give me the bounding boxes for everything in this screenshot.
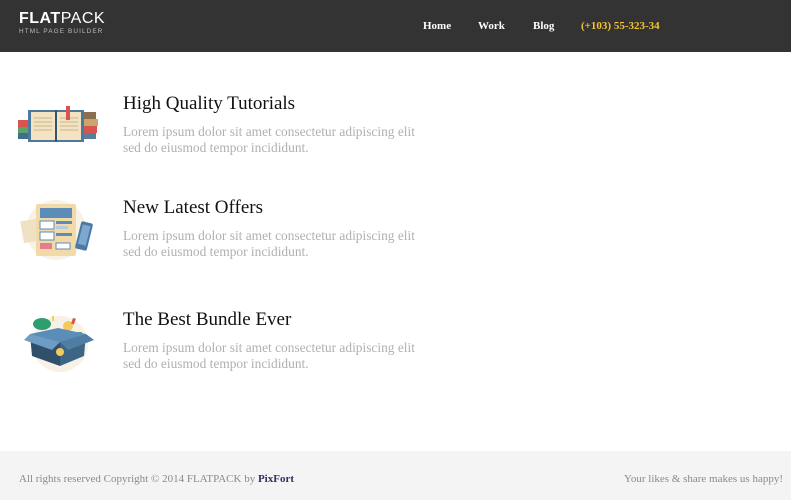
copyright-text: All rights reserved Copyright © 2014 FLA… <box>19 472 294 486</box>
feature-text: Lorem ipsum dolor sit amet consectetur a… <box>123 228 415 259</box>
logo-subtitle: HTML PAGE BUILDER <box>19 28 104 35</box>
logo-thin: PACK <box>60 10 106 27</box>
nav-home[interactable]: Home <box>423 19 451 33</box>
feature-item: New Latest Offers Lorem ipsum dolor sit … <box>0 196 791 296</box>
pixfort-link[interactable]: PixFort <box>258 473 294 485</box>
feature-text: Lorem ipsum dolor sit amet consectetur a… <box>123 340 415 371</box>
feature-text: Lorem ipsum dolor sit amet consectetur a… <box>123 124 415 155</box>
documents-icon <box>16 196 100 266</box>
feature-title: High Quality Tutorials <box>123 93 296 114</box>
nav-phone[interactable]: (+103) 55-323-34 <box>581 19 660 33</box>
feature-title: New Latest Offers <box>123 197 263 218</box>
nav-blog[interactable]: Blog <box>533 19 554 33</box>
feature-item: High Quality Tutorials Lorem ipsum dolor… <box>0 92 791 192</box>
logo-text: FLATPACK <box>19 11 105 27</box>
feature-item: The Best Bundle Ever Lorem ipsum dolor s… <box>0 308 791 408</box>
nav-work[interactable]: Work <box>478 19 505 33</box>
likes-text: Your likes & share makes us happy! <box>624 473 783 485</box>
logo[interactable]: FLATPACK HTML PAGE BUILDER <box>19 11 105 36</box>
header-bar: FLATPACK HTML PAGE BUILDER Home Work Blo… <box>0 0 791 52</box>
footer: All rights reserved Copyright © 2014 FLA… <box>0 451 791 500</box>
copyright-label: All rights reserved Copyright © 2014 FLA… <box>19 473 258 485</box>
logo-bold: FLAT <box>19 10 61 27</box>
box-icon <box>16 308 100 378</box>
feature-title: The Best Bundle Ever <box>123 309 292 330</box>
books-icon <box>16 92 100 162</box>
